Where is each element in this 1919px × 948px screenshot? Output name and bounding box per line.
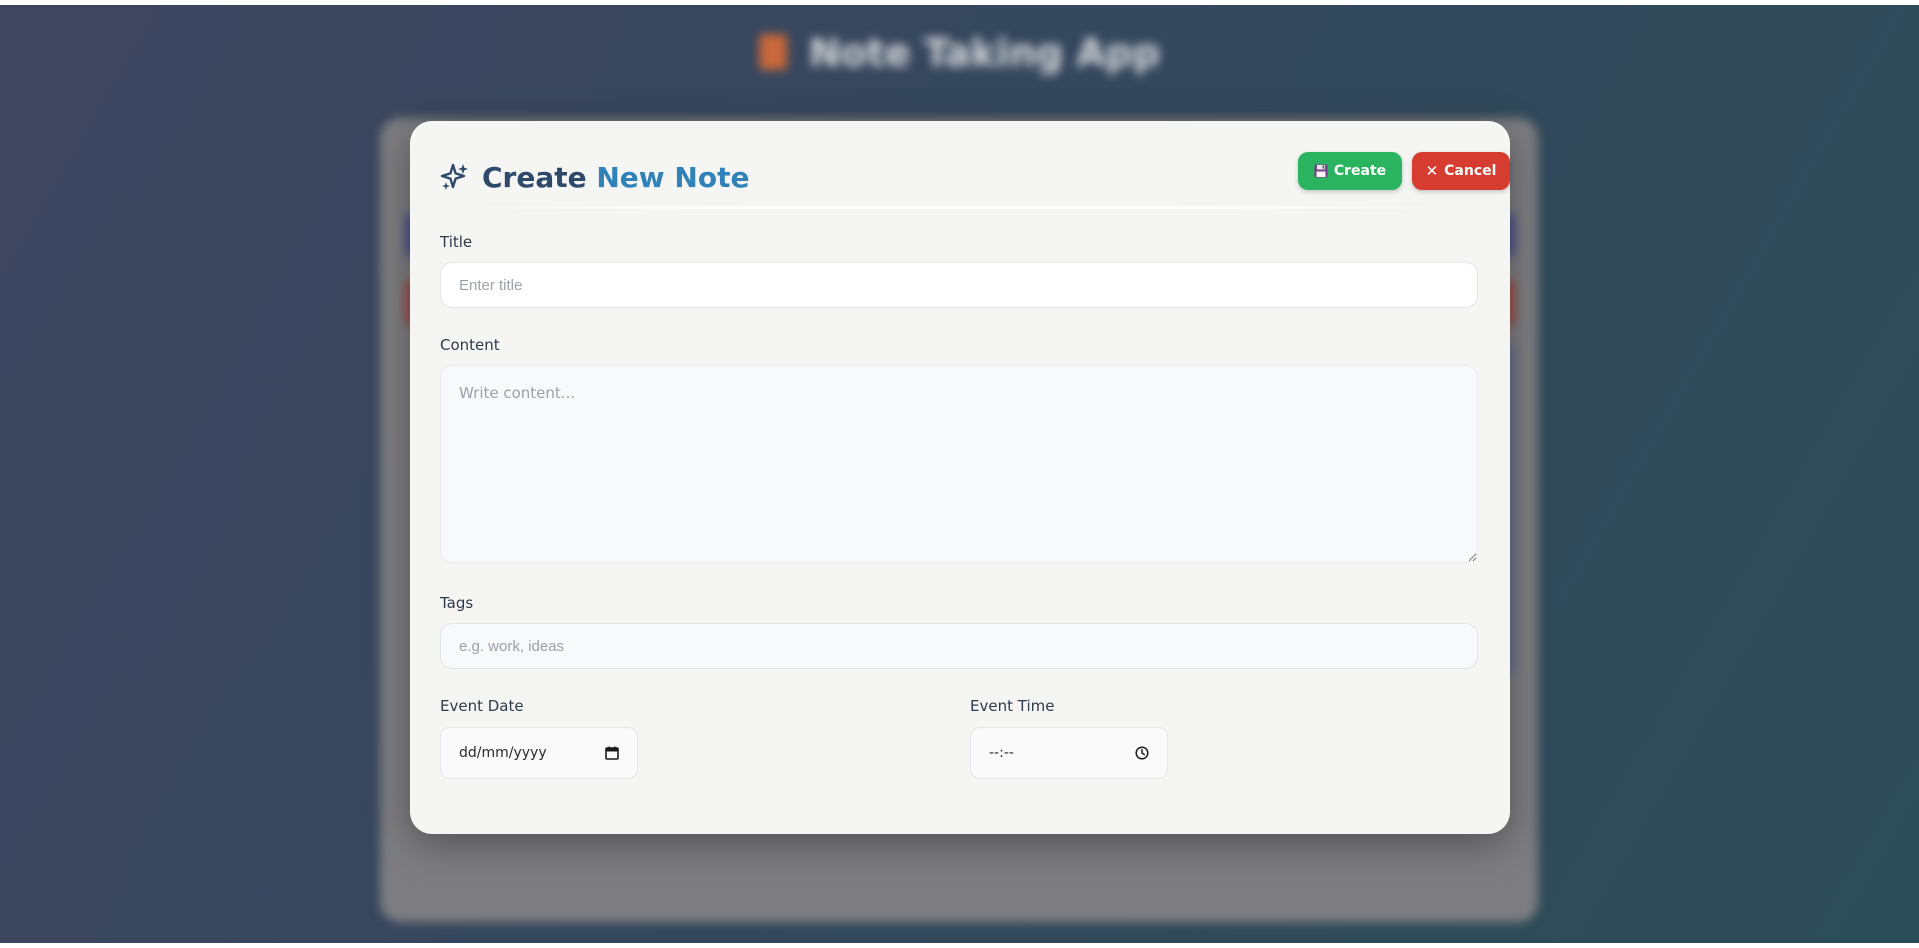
modal-title-prefix: Create [482,161,587,194]
create-note-modal: Create New Note Create ✕ Cancel Title Co… [410,121,1510,834]
create-button-label: Create [1333,163,1387,179]
event-time-input[interactable]: --:-- [970,727,1168,779]
background-app-title: Note Taking App [0,31,1919,75]
event-date-value: dd/mm/yyyy [459,745,547,761]
calendar-icon[interactable] [605,746,619,760]
tags-input[interactable] [440,623,1478,669]
cancel-button[interactable]: ✕ Cancel [1412,152,1510,190]
title-label: Title [440,233,473,251]
bottom-edge [0,943,1919,948]
content-label: Content [440,336,500,354]
title-input[interactable] [440,262,1478,308]
event-date-input[interactable]: dd/mm/yyyy [440,727,638,779]
event-time-value: --:-- [989,745,1014,761]
sparkle-icon [440,163,468,190]
notepad-icon [758,34,787,70]
header-divider [440,206,1480,209]
modal-title-accent: New Note [596,161,750,194]
modal-title: Create New Note [440,161,749,195]
content-textarea[interactable] [440,365,1478,563]
floppy-disk-icon [1314,164,1328,178]
cancel-button-label: Cancel [1444,163,1497,179]
event-date-label: Event Date [440,697,524,715]
event-time-label: Event Time [970,697,1055,715]
create-button[interactable]: Create [1298,152,1402,190]
clock-icon[interactable] [1135,746,1149,760]
modal-header: Create New Note Create ✕ Cancel [440,149,1510,209]
tags-label: Tags [440,594,474,612]
close-icon: ✕ [1425,162,1439,180]
